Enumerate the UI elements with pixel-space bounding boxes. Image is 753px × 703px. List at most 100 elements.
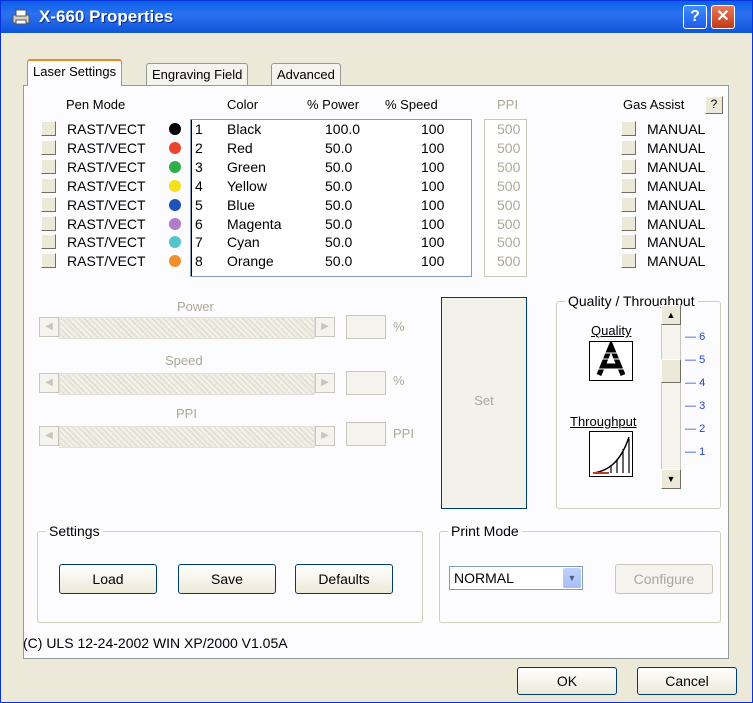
window-title: X-660 Properties — [39, 7, 174, 26]
speed-slider-label: Speed — [165, 353, 203, 368]
gas-assist-label: MANUAL — [647, 234, 706, 250]
pen-mode-button[interactable] — [41, 253, 56, 268]
quality-tick-mark: — — [685, 400, 696, 412]
pen-mode-label: RAST/VECT — [67, 234, 146, 250]
pen-ppi-value: 500 — [497, 178, 521, 194]
pen-ppi-value: 500 — [497, 234, 521, 250]
speed-header: % Speed — [385, 97, 438, 112]
pen-color-name: Green — [227, 159, 266, 175]
pen-number: 7 — [195, 234, 203, 250]
pen-power-value: 50.0 — [325, 140, 353, 156]
gas-assist-help-button[interactable]: ? — [705, 96, 723, 114]
print-mode-select[interactable]: NORMAL ▼ — [449, 566, 583, 590]
gas-assist-button[interactable] — [621, 253, 636, 268]
pen-number: 8 — [195, 253, 203, 269]
pen-power-value: 100.0 — [325, 121, 361, 137]
tab-laser-settings[interactable]: Laser Settings — [27, 59, 123, 86]
pen-speed-value: 100 — [421, 234, 445, 250]
quality-slider-thumb[interactable] — [661, 359, 681, 383]
cancel-button[interactable]: Cancel — [637, 667, 737, 695]
load-button[interactable]: Load — [59, 564, 157, 594]
pen-mode-label: RAST/VECT — [67, 216, 146, 232]
pen-speed-value: 100 — [421, 197, 445, 213]
pen-color-swatch — [169, 236, 181, 248]
pen-color-name: Cyan — [227, 234, 260, 250]
pen-power-value: 50.0 — [325, 216, 353, 232]
quality-tick: — 4 — [685, 377, 705, 389]
quality-label: Quality — [591, 323, 632, 338]
gas-assist-button[interactable] — [621, 121, 636, 136]
throughput-label: Throughput — [570, 414, 637, 429]
ppi-slider-label: PPI — [176, 406, 197, 421]
close-button[interactable]: ✕ — [711, 5, 735, 29]
throughput-icon — [589, 431, 633, 477]
quality-tick-mark: — — [685, 331, 696, 343]
speed-right-arrow: ▶ — [315, 373, 335, 393]
gas-assist-button[interactable] — [621, 234, 636, 249]
quality-tick: — 5 — [685, 354, 705, 366]
chevron-down-icon[interactable]: ▼ — [563, 568, 581, 588]
power-slider-label: Power — [177, 299, 214, 314]
pen-mode-button[interactable] — [41, 216, 56, 231]
ok-button[interactable]: OK — [517, 667, 617, 695]
version-text: (C) ULS 12-24-2002 WIN XP/2000 V1.05A — [23, 635, 288, 651]
defaults-button[interactable]: Defaults — [295, 564, 393, 594]
gas-assist-label: MANUAL — [647, 140, 706, 156]
pen-color-swatch — [169, 255, 181, 267]
print-mode-value: NORMAL — [454, 570, 514, 586]
pen-speed-value: 100 — [421, 121, 445, 137]
pen-mode-button[interactable] — [41, 178, 56, 193]
pen-power-value: 50.0 — [325, 234, 353, 250]
pen-color-swatch — [169, 142, 181, 154]
gas-assist-button[interactable] — [621, 216, 636, 231]
pen-color-name: Orange — [227, 253, 274, 269]
set-button-label: Set — [474, 393, 494, 408]
power-unit: % — [393, 319, 405, 334]
gas-assist-button[interactable] — [621, 159, 636, 174]
pen-mode-header: Pen Mode — [66, 97, 126, 112]
pen-color-swatch — [169, 161, 181, 173]
ppi-slider-track — [59, 426, 315, 448]
gas-assist-header: Gas Assist — [623, 97, 685, 112]
pen-mode-button[interactable] — [41, 121, 56, 136]
pen-mode-button[interactable] — [41, 140, 56, 155]
tab-engraving-field[interactable]: Engraving Field — [146, 63, 249, 86]
quality-slider-track[interactable] — [661, 305, 681, 489]
gas-assist-label: MANUAL — [647, 178, 706, 194]
gas-assist-label: MANUAL — [647, 216, 706, 232]
pen-mode-button[interactable] — [41, 234, 56, 249]
gas-assist-button[interactable] — [621, 140, 636, 155]
pen-color-swatch — [169, 199, 181, 211]
pen-ppi-value: 500 — [497, 159, 521, 175]
speed-value-box — [346, 371, 386, 395]
quality-tick-label: 2 — [699, 423, 706, 435]
pen-color-swatch — [169, 218, 181, 230]
quality-tick-mark: — — [685, 446, 696, 458]
pen-speed-value: 100 — [421, 140, 445, 156]
tab-advanced[interactable]: Advanced — [271, 63, 341, 86]
pen-number: 2 — [195, 140, 203, 156]
pen-power-value: 50.0 — [325, 253, 353, 269]
pen-color-name: Magenta — [227, 216, 282, 232]
quality-tick: — 6 — [685, 331, 705, 343]
pen-mode-button[interactable] — [41, 159, 56, 174]
help-button[interactable]: ? — [683, 5, 707, 29]
ppi-unit: PPI — [393, 426, 414, 441]
quality-down-arrow[interactable]: ▼ — [661, 469, 681, 489]
pen-power-value: 50.0 — [325, 197, 353, 213]
power-left-arrow: ◀ — [39, 317, 59, 337]
pen-color-swatch — [169, 123, 181, 135]
quality-icon — [589, 341, 633, 381]
quality-tick: — 1 — [685, 446, 705, 458]
gas-assist-button[interactable] — [621, 178, 636, 193]
save-button[interactable]: Save — [178, 564, 276, 594]
set-button[interactable]: Set — [441, 297, 527, 509]
quality-up-arrow[interactable]: ▲ — [661, 305, 681, 325]
gas-assist-button[interactable] — [621, 197, 636, 212]
pen-color-name: Red — [227, 140, 253, 156]
pen-mode-button[interactable] — [41, 197, 56, 212]
pen-number: 5 — [195, 197, 203, 213]
speed-left-arrow: ◀ — [39, 373, 59, 393]
quality-tick-mark: — — [685, 377, 696, 389]
pen-mode-label: RAST/VECT — [67, 178, 146, 194]
